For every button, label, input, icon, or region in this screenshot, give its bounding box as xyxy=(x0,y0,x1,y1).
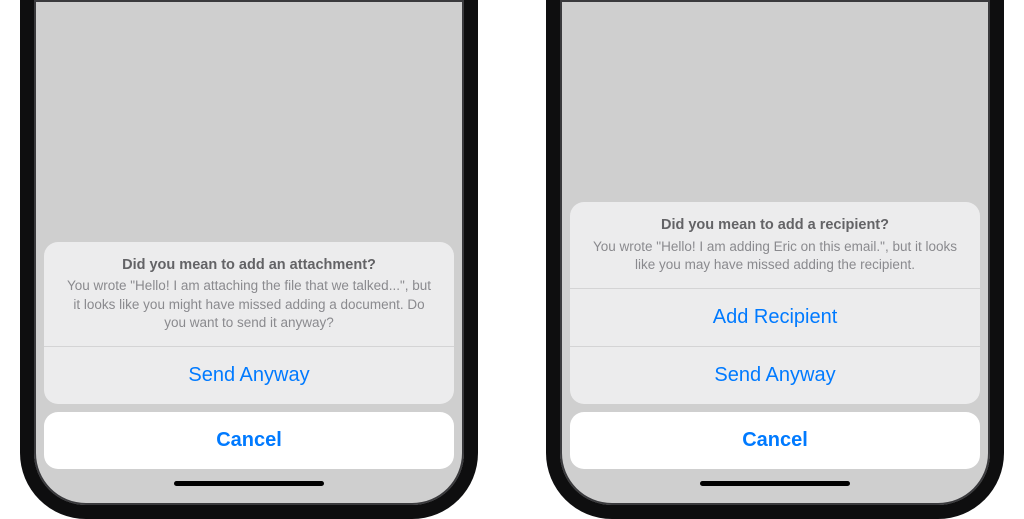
action-sheet-cancel-group: Cancel xyxy=(44,412,454,469)
action-sheet-attachment: Did you mean to add an attachment? You w… xyxy=(34,234,464,506)
action-sheet-main-group: Did you mean to add a recipient? You wro… xyxy=(570,202,980,404)
action-sheet-main-group: Did you mean to add an attachment? You w… xyxy=(44,242,454,405)
action-sheet-message: You wrote "Hello! I am adding Eric on th… xyxy=(590,238,960,274)
action-sheet-message: You wrote "Hello! I am attaching the fil… xyxy=(64,277,434,332)
phone-left: Did you mean to add an attachment? You w… xyxy=(20,0,478,519)
action-sheet-header: Did you mean to add a recipient? You wro… xyxy=(570,202,980,289)
send-anyway-button[interactable]: Send Anyway xyxy=(570,346,980,404)
home-indicator xyxy=(44,477,454,495)
add-recipient-button[interactable]: Add Recipient xyxy=(570,289,980,346)
home-indicator xyxy=(570,477,980,495)
action-sheet-cancel-group: Cancel xyxy=(570,412,980,469)
screen-left: Did you mean to add an attachment? You w… xyxy=(34,0,464,505)
screen-right: Did you mean to add a recipient? You wro… xyxy=(560,0,990,505)
action-sheet-recipient: Did you mean to add a recipient? You wro… xyxy=(560,194,990,505)
action-sheet-header: Did you mean to add an attachment? You w… xyxy=(44,242,454,348)
action-sheet-title: Did you mean to add an attachment? xyxy=(64,256,434,275)
cancel-button[interactable]: Cancel xyxy=(44,412,454,469)
home-bar[interactable] xyxy=(174,481,324,486)
action-sheet-title: Did you mean to add a recipient? xyxy=(590,216,960,235)
phone-right: Did you mean to add a recipient? You wro… xyxy=(546,0,1004,519)
cancel-button[interactable]: Cancel xyxy=(570,412,980,469)
home-bar[interactable] xyxy=(700,481,850,486)
send-anyway-button[interactable]: Send Anyway xyxy=(44,347,454,404)
